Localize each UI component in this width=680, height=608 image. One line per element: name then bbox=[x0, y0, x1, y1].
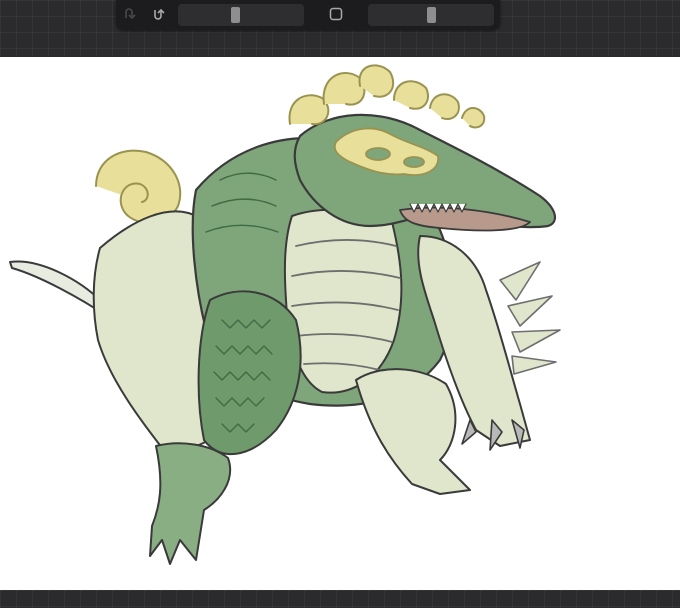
bottom-chrome bbox=[0, 590, 680, 608]
undo-button[interactable] bbox=[120, 6, 140, 24]
shape-tool-button[interactable] bbox=[326, 6, 346, 24]
square-icon bbox=[329, 6, 343, 25]
brush-opacity-thumb[interactable] bbox=[426, 7, 436, 23]
drawing-canvas[interactable] bbox=[0, 57, 680, 590]
brush-size-slider[interactable] bbox=[178, 4, 304, 26]
brush-size-thumb[interactable] bbox=[231, 7, 241, 23]
lizard-monster-artwork bbox=[9, 64, 561, 565]
right-leg bbox=[355, 368, 471, 495]
brush-opacity-slider[interactable] bbox=[368, 4, 494, 26]
left-foot bbox=[149, 442, 232, 565]
redo-icon bbox=[151, 6, 165, 25]
arm-spikes bbox=[499, 261, 561, 375]
brush-toolbar bbox=[116, 0, 500, 30]
undo-icon bbox=[123, 6, 137, 25]
redo-button[interactable] bbox=[148, 6, 168, 24]
